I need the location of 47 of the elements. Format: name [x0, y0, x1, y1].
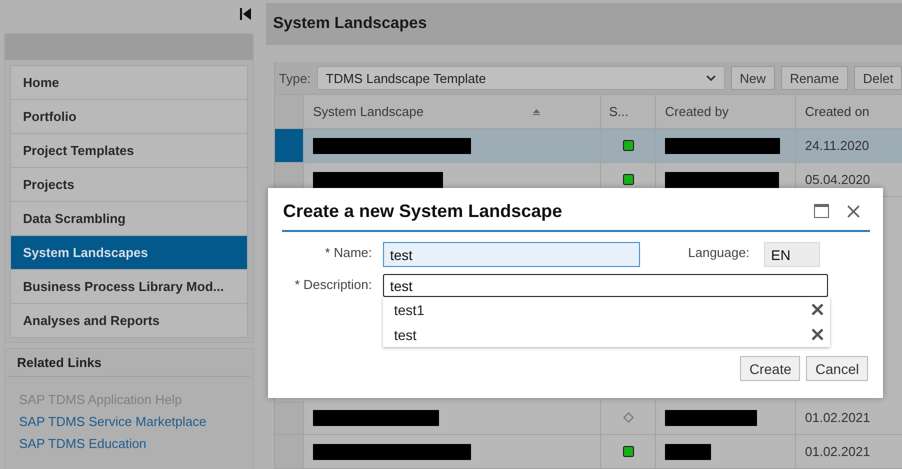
dialog-title: Create a new System Landscape [283, 200, 562, 222]
description-label: * Description: [294, 276, 372, 292]
maximize-icon[interactable] [814, 204, 829, 218]
toolbar-button[interactable]: Delet [854, 66, 902, 90]
table-cell-text: 01.02.2021 [804, 409, 872, 427]
nav-item[interactable]: Business Process Library Mod... [10, 269, 248, 303]
language-field[interactable]: EN [764, 242, 820, 267]
page-title: System Landscapes [273, 15, 427, 33]
nav-item[interactable]: Analyses and Reports [10, 303, 248, 338]
column-header[interactable]: Created on [796, 95, 902, 128]
status-indicator [622, 140, 634, 151]
column-header[interactable]: System Landscape [304, 95, 601, 128]
nav-item[interactable]: Portfolio [10, 99, 248, 133]
close-icon[interactable] [847, 204, 860, 218]
nav-item[interactable]: Project Templates [10, 133, 248, 167]
remove-icon[interactable] [811, 303, 824, 316]
name-field[interactable]: test [383, 242, 640, 267]
status-indicator [622, 412, 634, 423]
nav-item[interactable]: Projects [10, 167, 248, 201]
language-label: Language: [688, 244, 750, 260]
nav-item[interactable]: Data Scrambling [10, 201, 248, 235]
sort-icon [533, 109, 540, 115]
type-dropdown[interactable]: TDMS Landscape Template [316, 66, 725, 90]
nav-item[interactable]: System Landscapes [10, 235, 248, 269]
nav-item[interactable]: Home [10, 65, 248, 99]
status-indicator [622, 174, 634, 185]
table-cell-text: 01.02.2021 [804, 443, 872, 461]
column-header[interactable]: S... [601, 95, 656, 128]
column-header[interactable]: Created by [656, 95, 796, 128]
suggestion-item[interactable]: test [394, 326, 417, 342]
remove-icon[interactable] [811, 328, 824, 341]
toolbar-button[interactable]: Rename [780, 66, 848, 90]
status-indicator [622, 446, 634, 457]
dialog-button[interactable]: Cancel [806, 356, 868, 381]
suggestion-item[interactable]: test1 [394, 302, 424, 318]
table-cell-text: 24.11.2020 [804, 137, 870, 155]
chevron-down-icon [706, 75, 716, 81]
name-label: * Name: [324, 244, 372, 260]
toolbar-button[interactable]: New [730, 66, 775, 90]
redaction-bar [665, 444, 712, 460]
type-label: Type: [279, 70, 311, 86]
description-field[interactable]: test [383, 274, 828, 297]
related-links-heading: Related Links [8, 349, 250, 377]
table-cell-text: 05.04.2020 [804, 171, 872, 189]
row-selector[interactable] [275, 129, 304, 162]
dialog-button[interactable]: Create [740, 356, 800, 381]
collapse-icon[interactable] [240, 8, 252, 20]
